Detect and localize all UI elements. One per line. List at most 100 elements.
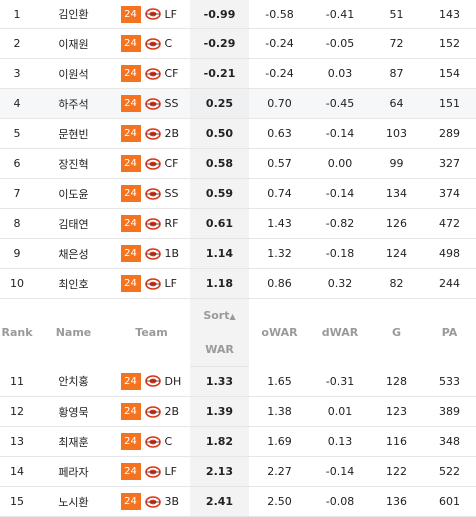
team-cell: 24 SS bbox=[113, 178, 190, 209]
table-body: 1 김인환 24 LF -0.99 -0.58 -0.41 51 143 2 이재원 24 C -0.29… bbox=[0, 0, 476, 517]
team-cell: 24 CF bbox=[113, 58, 190, 89]
table-row: 14 페라자 24 LF 2.13 2.27 -0.14 122 522 bbox=[0, 456, 476, 487]
player-name-link[interactable]: 페라자 bbox=[34, 456, 113, 487]
games-cell: 82 bbox=[370, 268, 423, 299]
rank-cell: 12 bbox=[0, 396, 34, 427]
games-column-header[interactable]: G bbox=[370, 299, 423, 367]
player-name-link[interactable]: 최재훈 bbox=[34, 426, 113, 457]
table-row: 15 노시환 24 3B 2.41 2.50 -0.08 136 601 bbox=[0, 486, 476, 517]
war-cell: 1.18 bbox=[190, 268, 249, 299]
team-logo-icon bbox=[144, 127, 161, 140]
player-name-link[interactable]: 황영묵 bbox=[34, 396, 113, 427]
team-info: 24 SS bbox=[120, 185, 183, 202]
table-row: 9 채은성 24 1B 1.14 1.32 -0.18 124 498 bbox=[0, 238, 476, 269]
games-cell: 124 bbox=[370, 238, 423, 269]
team-info: 24 LF bbox=[120, 5, 183, 23]
war-column-header[interactable]: WAR bbox=[190, 332, 249, 367]
team-logo-icon bbox=[144, 435, 161, 448]
position-label: CF bbox=[164, 67, 179, 80]
rank-cell: 9 bbox=[0, 238, 34, 269]
table-row: 10 최인호 24 LF 1.18 0.86 0.32 82 244 bbox=[0, 268, 476, 299]
pa-cell: 498 bbox=[423, 238, 476, 269]
team-logo-icon bbox=[144, 157, 161, 170]
player-name-link[interactable]: 이재원 bbox=[34, 28, 113, 59]
team-logo-icon bbox=[144, 465, 161, 478]
team-badge: 24 bbox=[120, 185, 141, 202]
team-cell: 24 DH bbox=[113, 366, 190, 397]
player-name-link[interactable]: 이원석 bbox=[34, 58, 113, 89]
dwar-cell: 0.13 bbox=[310, 426, 370, 457]
table-row: 2 이재원 24 C -0.29 -0.24 -0.05 72 152 bbox=[0, 28, 476, 59]
team-logo-icon bbox=[144, 8, 161, 20]
table-row: 5 문현빈 24 2B 0.50 0.63 -0.14 103 289 bbox=[0, 118, 476, 149]
dwar-cell: -0.41 bbox=[310, 0, 370, 29]
games-cell: 136 bbox=[370, 486, 423, 517]
team-cell: 24 LF bbox=[113, 268, 190, 299]
games-cell: 64 bbox=[370, 88, 423, 119]
war-cell: 2.41 bbox=[190, 486, 249, 517]
team-info: 24 C bbox=[120, 35, 183, 52]
owar-cell: 1.43 bbox=[249, 208, 310, 239]
owar-cell: 1.69 bbox=[249, 426, 310, 457]
owar-column-header[interactable]: oWAR bbox=[249, 299, 310, 367]
position-label: 3B bbox=[164, 495, 180, 508]
table-row: 1 김인환 24 LF -0.99 -0.58 -0.41 51 143 bbox=[0, 0, 476, 29]
table-row: 13 최재훈 24 C 1.82 1.69 0.13 116 348 bbox=[0, 426, 476, 457]
dwar-column-header[interactable]: dWAR bbox=[310, 299, 370, 367]
pa-cell: 389 bbox=[423, 396, 476, 427]
player-name-link[interactable]: 최인호 bbox=[34, 268, 113, 299]
rank-column-header[interactable]: Rank bbox=[0, 299, 34, 367]
team-info: 24 1B bbox=[120, 245, 183, 262]
player-name-link[interactable]: 장진혁 bbox=[34, 148, 113, 179]
team-logo-icon bbox=[144, 187, 161, 200]
player-name-link[interactable]: 문현빈 bbox=[34, 118, 113, 149]
sort-label: Sort bbox=[203, 309, 230, 322]
games-cell: 122 bbox=[370, 456, 423, 487]
player-name-link[interactable]: 김태연 bbox=[34, 208, 113, 239]
team-badge: 24 bbox=[120, 493, 141, 510]
owar-cell: 0.63 bbox=[249, 118, 310, 149]
team-badge: 24 bbox=[120, 35, 141, 52]
team-badge: 24 bbox=[120, 125, 141, 142]
pa-cell: 522 bbox=[423, 456, 476, 487]
player-name-link[interactable]: 안치홍 bbox=[34, 366, 113, 397]
team-badge: 24 bbox=[120, 215, 141, 232]
player-name-link[interactable]: 하주석 bbox=[34, 88, 113, 119]
pa-cell: 152 bbox=[423, 28, 476, 59]
position-label: LF bbox=[164, 465, 177, 478]
player-name-link[interactable]: 노시환 bbox=[34, 486, 113, 517]
dwar-cell: -0.14 bbox=[310, 118, 370, 149]
team-info: 24 CF bbox=[120, 65, 183, 82]
team-logo-icon bbox=[144, 277, 161, 290]
team-info: 24 SS bbox=[120, 95, 183, 112]
player-name-link[interactable]: 이도윤 bbox=[34, 178, 113, 209]
player-name-link[interactable]: 채은성 bbox=[34, 238, 113, 269]
name-column-header[interactable]: Name bbox=[34, 299, 113, 367]
table-row: 6 장진혁 24 CF 0.58 0.57 0.00 99 327 bbox=[0, 148, 476, 179]
owar-cell: 0.70 bbox=[249, 88, 310, 119]
pa-cell: 289 bbox=[423, 118, 476, 149]
war-cell: -0.29 bbox=[190, 28, 249, 59]
sort-arrow-icon: ▲ bbox=[229, 312, 236, 321]
rank-cell: 14 bbox=[0, 456, 34, 487]
pa-column-header[interactable]: PA bbox=[423, 299, 476, 367]
position-label: 2B bbox=[164, 405, 180, 418]
sort-toggle[interactable]: Sort▲ bbox=[190, 298, 249, 332]
team-cell: 24 2B bbox=[113, 396, 190, 427]
games-cell: 123 bbox=[370, 396, 423, 427]
team-info: 24 2B bbox=[120, 403, 183, 420]
player-name-link[interactable]: 김인환 bbox=[34, 0, 113, 29]
team-info: 24 RF bbox=[120, 215, 183, 232]
dwar-cell: 0.03 bbox=[310, 58, 370, 89]
team-cell: 24 SS bbox=[113, 88, 190, 119]
dwar-cell: -0.45 bbox=[310, 88, 370, 119]
team-cell: 24 1B bbox=[113, 238, 190, 269]
war-cell: 0.61 bbox=[190, 208, 249, 239]
team-info: 24 C bbox=[120, 433, 183, 450]
table-row: 7 이도윤 24 SS 0.59 0.74 -0.14 134 374 bbox=[0, 178, 476, 209]
position-label: LF bbox=[164, 277, 177, 290]
team-column-header[interactable]: Team bbox=[113, 299, 190, 367]
team-badge: 24 bbox=[120, 95, 141, 112]
team-cell: 24 3B bbox=[113, 486, 190, 517]
owar-cell: 1.32 bbox=[249, 238, 310, 269]
